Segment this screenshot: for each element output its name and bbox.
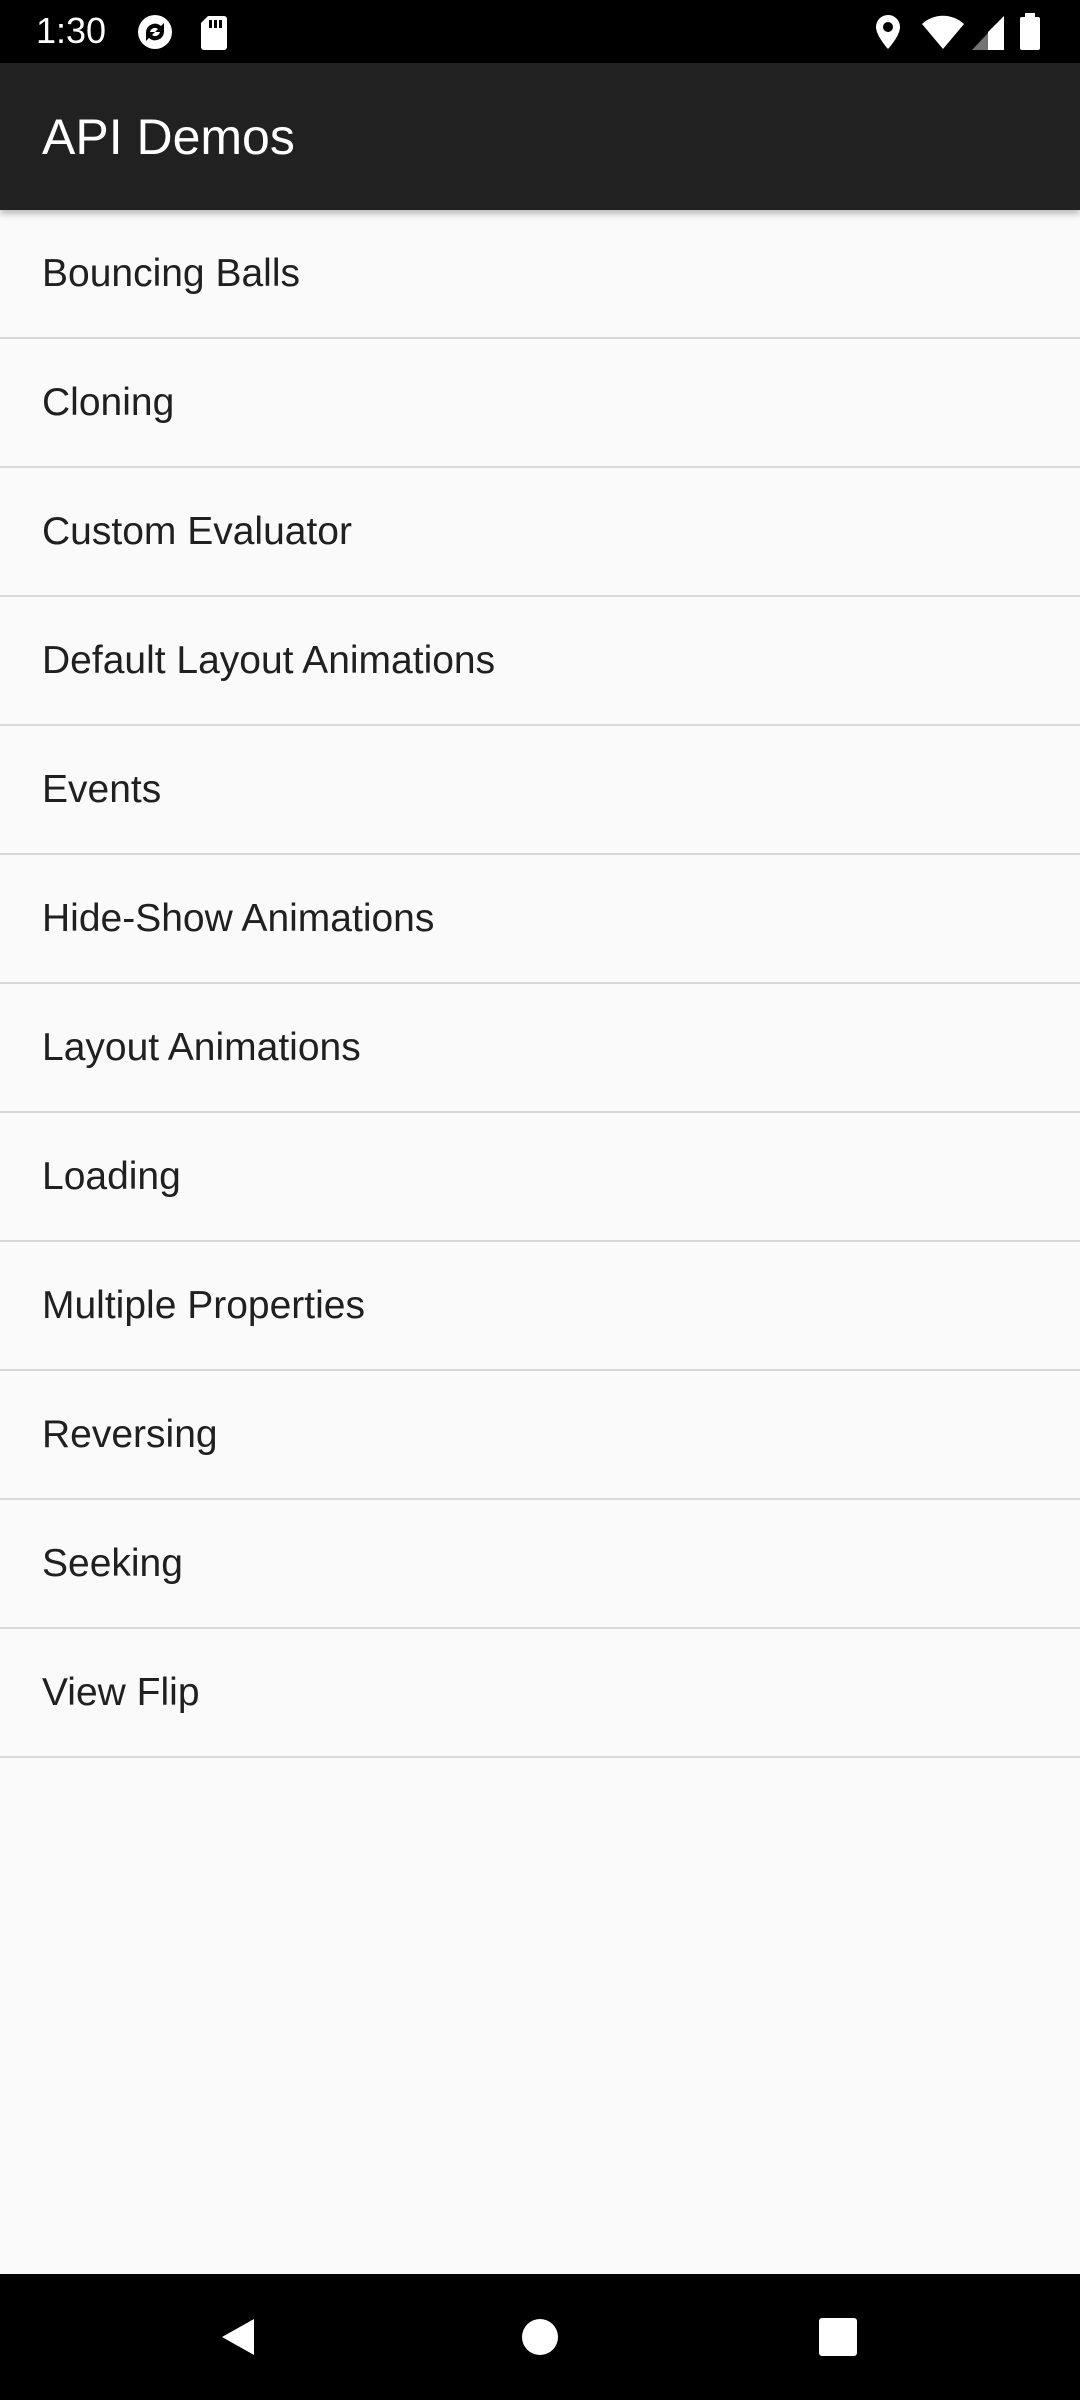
sync-icon — [134, 12, 176, 52]
list-item-bouncing-balls[interactable]: Bouncing Balls — [0, 210, 1080, 339]
list-item-seeking[interactable]: Seeking — [0, 1500, 1080, 1629]
list-item-label: Multiple Properties — [42, 1284, 365, 1327]
list-item-label: View Flip — [42, 1671, 200, 1714]
recents-button[interactable] — [798, 2297, 878, 2377]
demo-list: Bouncing Balls Cloning Custom Evaluator … — [0, 210, 1080, 1758]
cell-signal-icon — [970, 12, 1006, 52]
list-item-label: Layout Animations — [42, 1026, 361, 1069]
back-icon — [222, 2319, 254, 2355]
list-item-multiple-properties[interactable]: Multiple Properties — [0, 1242, 1080, 1371]
list-item-reversing[interactable]: Reversing — [0, 1371, 1080, 1500]
list-item-view-flip[interactable]: View Flip — [0, 1629, 1080, 1758]
sd-card-icon — [198, 12, 230, 52]
list-item-hide-show-animations[interactable]: Hide-Show Animations — [0, 855, 1080, 984]
list-item-label: Custom Evaluator — [42, 510, 352, 553]
toolbar-title: API Demos — [42, 109, 295, 165]
list-item-layout-animations[interactable]: Layout Animations — [0, 984, 1080, 1113]
list-item-label: Seeking — [42, 1542, 183, 1585]
battery-icon — [1018, 12, 1042, 52]
list-item-label: Reversing — [42, 1413, 218, 1456]
back-button[interactable] — [198, 2297, 278, 2377]
recents-icon — [819, 2318, 857, 2356]
list-item-events[interactable]: Events — [0, 726, 1080, 855]
home-button[interactable] — [500, 2297, 580, 2377]
list-item-custom-evaluator[interactable]: Custom Evaluator — [0, 468, 1080, 597]
list-item-loading[interactable]: Loading — [0, 1113, 1080, 1242]
wifi-icon — [920, 12, 966, 52]
location-icon — [872, 12, 904, 52]
status-bar: 1:30 — [0, 0, 1080, 63]
screen: 1:30 API Demos Bouncing Balls Cloning Cu… — [0, 0, 1080, 2400]
list-item-label: Cloning — [42, 381, 175, 424]
list-item-default-layout-animations[interactable]: Default Layout Animations — [0, 597, 1080, 726]
home-icon — [522, 2319, 558, 2355]
list-item-label: Hide-Show Animations — [42, 897, 435, 940]
list-item-label: Events — [42, 768, 162, 811]
list-item-cloning[interactable]: Cloning — [0, 339, 1080, 468]
app-toolbar: API Demos — [0, 63, 1080, 210]
list-item-label: Bouncing Balls — [42, 252, 300, 295]
list-item-label: Loading — [42, 1155, 181, 1198]
status-time: 1:30 — [36, 10, 107, 51]
navigation-bar — [0, 2274, 1080, 2400]
list-item-label: Default Layout Animations — [42, 639, 496, 682]
